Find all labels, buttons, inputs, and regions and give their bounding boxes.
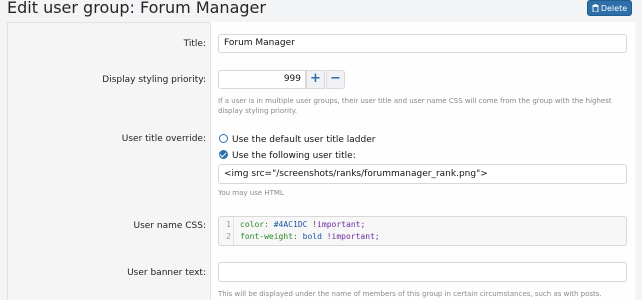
increment-button[interactable]: +: [306, 70, 325, 89]
css-flag: !important;: [326, 232, 380, 241]
css-property: font-weight:: [240, 232, 298, 241]
user-title-input[interactable]: <img src="/screenshots/ranks/forummanage…: [218, 164, 627, 184]
css-property: color:: [240, 220, 269, 229]
priority-hint: If a user is in multiple user groups, th…: [218, 97, 612, 115]
page-header: Edit user group: Forum Manager Delete: [0, 0, 642, 22]
title-label: Title:: [183, 39, 206, 49]
title-input[interactable]: Forum Manager: [218, 34, 627, 53]
radio-default-label: Use the default user title ladder: [232, 135, 376, 145]
banner-label: User banner text:: [127, 268, 206, 278]
username-css-label: User name CSS:: [133, 221, 206, 231]
trash-icon: [592, 4, 599, 12]
code-line: color: #4AC1DC !important;: [240, 220, 365, 230]
css-value: bold: [302, 232, 322, 241]
code-line: font-weight: bold !important;: [240, 232, 380, 242]
form-fields-area: [210, 22, 635, 300]
radio-default-title[interactable]: Use the default user title ladder: [219, 134, 375, 145]
user-title-label: User title override:: [121, 134, 206, 144]
page-title: Edit user group: Forum Manager: [7, 0, 266, 17]
radio-custom-title[interactable]: Use the following user title:: [219, 150, 356, 161]
delete-button[interactable]: Delete: [587, 0, 632, 16]
username-css-editor[interactable]: 1 2 color: #4AC1DC !important; font-weig…: [218, 216, 627, 246]
banner-input[interactable]: [218, 262, 627, 282]
decrement-button[interactable]: −: [326, 70, 345, 89]
css-flag: !important;: [312, 220, 366, 229]
radio-unchecked-icon[interactable]: [219, 134, 228, 143]
delete-button-label: Delete: [600, 4, 628, 13]
line-number: 1: [226, 220, 231, 229]
user-title-hint: You may use HTML: [218, 189, 284, 197]
priority-label: Display styling priority:: [102, 75, 206, 85]
line-number: 2: [226, 232, 231, 241]
banner-hint: This will be displayed under the name of…: [218, 290, 602, 298]
radio-checked-icon[interactable]: [219, 150, 228, 159]
priority-input[interactable]: 999: [218, 70, 306, 89]
radio-custom-label: Use the following user title:: [232, 151, 356, 161]
css-value: #4AC1DC: [273, 220, 308, 229]
